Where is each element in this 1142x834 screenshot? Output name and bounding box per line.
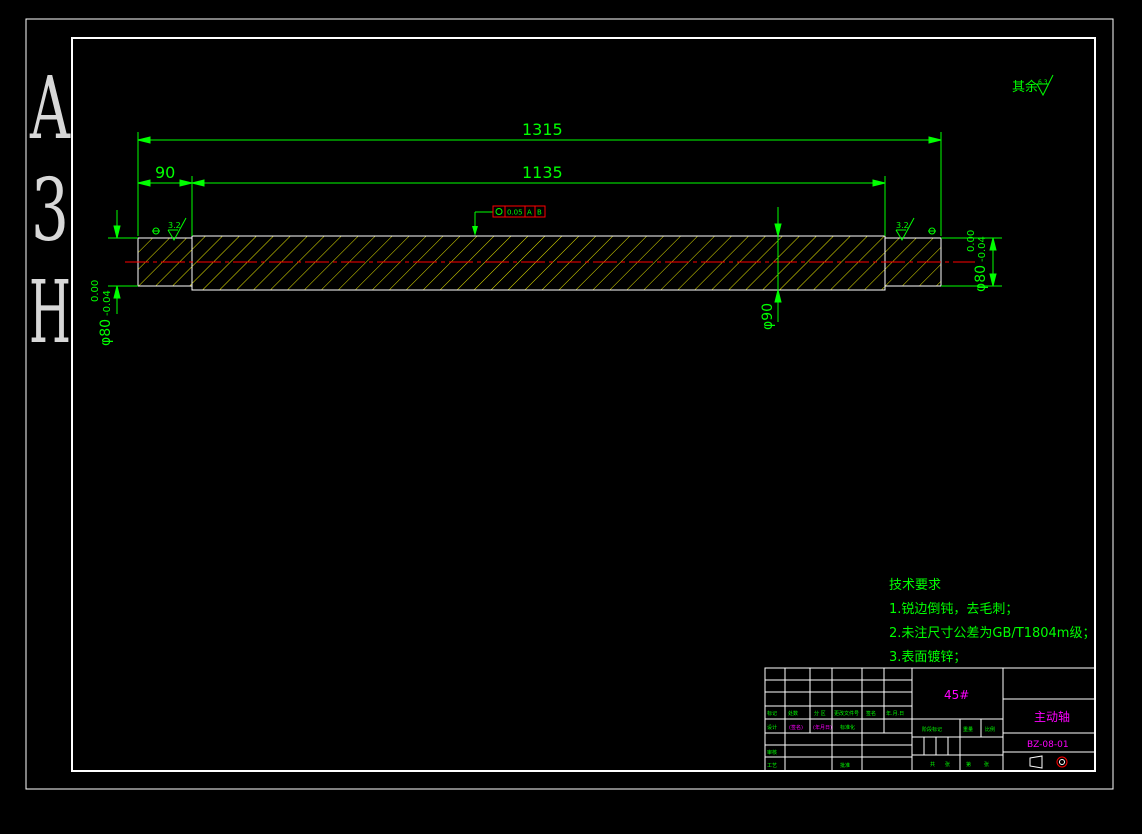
cad-drawing: A 3 H 其余 6.3 1315 90 1135 φ80 -0.04 0.00… [25,18,1114,790]
tb-page-unit: 张 [984,761,989,768]
tb-standardization: 标准化 [840,724,855,731]
tech-req-title: 技术要求 [889,578,941,593]
tb-zone: 分 区 [814,710,826,717]
surface-note-text: 其余 [1012,79,1038,95]
tb-sign: 签名 [866,710,876,717]
left-diameter-label: φ80 [98,319,114,346]
sheet-size-letter-3: 3 [31,161,69,261]
tb-date: 年.月.日 [886,710,904,717]
tb-part-name: 主动轴 [1034,709,1070,724]
projection-circle-icon [1056,756,1068,768]
tb-design: 设计 [767,724,777,731]
sheet-size-letter-h: H [29,263,71,363]
dimension-overall [137,132,942,236]
left-diameter-tol-lower: -0.04 [102,290,113,316]
tb-review: 审核 [767,749,777,756]
geometric-tolerance-frame: 0.05 A B [472,205,546,236]
tb-change-doc: 更改文件号 [834,710,859,717]
tech-req-item: 2.未注尺寸公差为GB/T1804m级； [889,626,1095,641]
tb-date2: (年月日) [813,724,832,731]
tb-count: 处数 [788,710,798,717]
tolerance-value: 0.05 [507,209,523,217]
tb-material: 45# [944,688,969,702]
tolerance-datum-2: B [537,209,542,217]
technical-requirements: 技术要求 1.锐边倒钝，去毛刺； 2.未注尺寸公差为GB/T1804m级； 3.… [889,578,1095,665]
tb-sheet-no: 张 [945,761,950,768]
roughness-left-value: 3.2 [168,221,181,230]
dimension-middle-length: 1135 [522,163,563,182]
tb-sign-name: (签名) [789,724,803,731]
sheet-size-letter-a: A [29,59,70,159]
tb-sheets-total: 共 [930,761,935,768]
left-diameter-tol-upper: 0.00 [90,280,101,302]
right-diameter-label: φ80 [973,265,989,292]
tb-mark: 标记 [767,710,777,717]
tech-req-item: 3.表面镀锌； [889,649,966,665]
roughness-right-value: 3.2 [896,221,909,230]
tb-scale: 比例 [985,726,995,733]
dimension-left-step-length: 90 [155,163,175,182]
right-diameter-tol-upper: 0.00 [966,230,977,252]
projection-symbol-icon [1029,755,1043,769]
shaft-main-body [191,235,886,291]
tb-approve: 批准 [840,762,850,769]
tb-stage-mark: 阶段标记 [922,726,942,733]
roughness-left: 3.2 [152,217,187,242]
tb-process: 工艺 [767,763,777,769]
surface-finish-note: 其余 6.3 [1012,74,1054,97]
tb-drawing-number: BZ-08-01 [1027,740,1069,750]
roughness-right: 3.2 [895,217,936,242]
middle-diameter-label: φ90 [760,303,776,330]
tolerance-datum: A [527,209,532,217]
tb-page: 第 [966,761,971,768]
right-diameter-tol-lower: -0.04 [977,236,988,262]
tech-req-item: 1.锐边倒钝，去毛刺； [889,602,1018,617]
concentricity-icon [495,208,503,215]
dimension-overall-length: 1315 [522,120,563,139]
shaft-section [125,235,975,291]
surface-note-value: 6.3 [1038,79,1048,86]
tb-weight: 重量 [963,726,973,733]
outer-sheet-border [25,18,1114,790]
